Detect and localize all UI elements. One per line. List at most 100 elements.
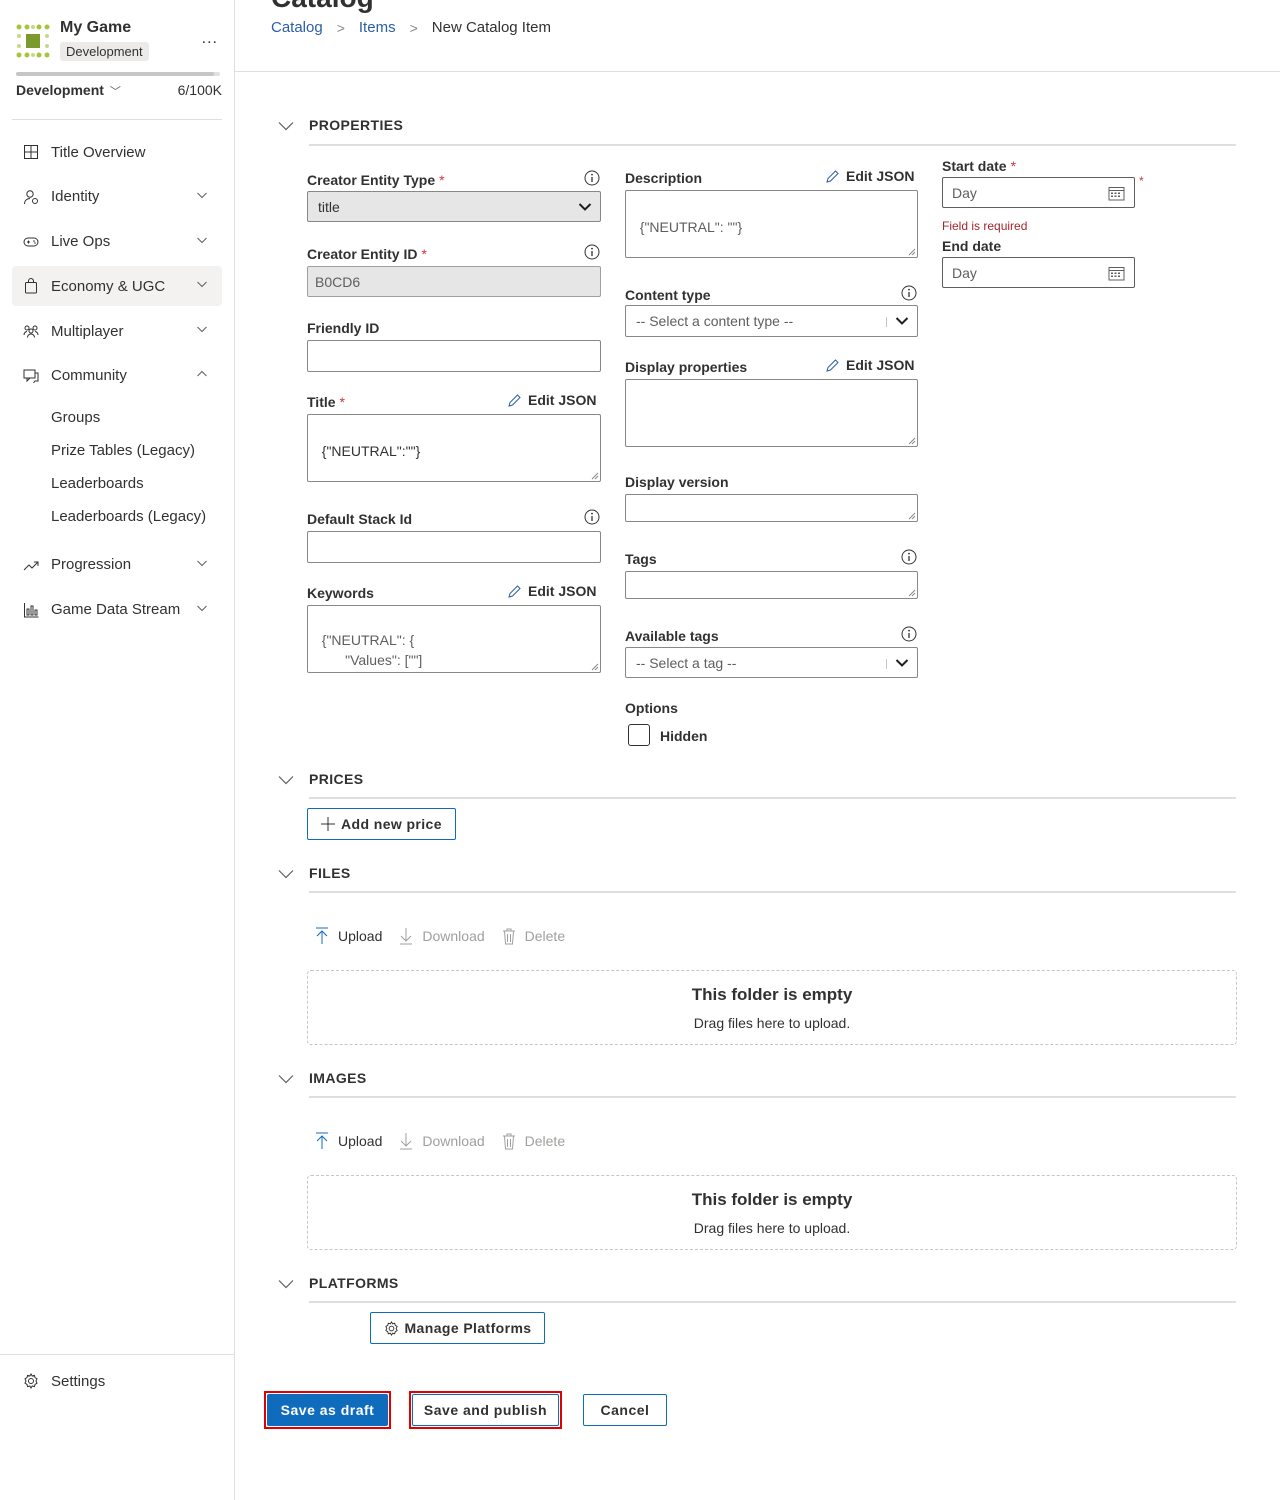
hidden-checkbox[interactable] [628,724,650,746]
sidebar-item-game-data-stream[interactable]: Game Data Stream [12,590,222,630]
files-upload-button[interactable]: Upload [314,927,382,945]
sidebar-item-live-ops[interactable]: Live Ops [12,222,222,262]
title-label: Title * [307,394,345,410]
images-upload-button[interactable]: Upload [314,1132,382,1150]
files-delete-button[interactable]: Delete [501,927,565,945]
sidebar-subitem-groups[interactable]: Groups [12,401,222,434]
keywords-textarea[interactable]: {"NEUTRAL": { "Values": [""] }} [307,605,601,673]
select-divider [886,317,887,327]
display-properties-label: Display properties [625,359,748,375]
resize-grip-icon[interactable] [908,512,916,520]
resize-grip-icon[interactable] [908,437,916,445]
trend-icon [23,561,39,571]
calendar-icon[interactable] [1108,186,1125,201]
sidebar-item-label: Community [51,367,127,385]
section-images-toggle[interactable]: IMAGES [278,1070,1236,1094]
content-type-select[interactable]: -- Select a content type -- [625,305,918,337]
sidebar-item-label: Title Overview [51,143,146,161]
section-divider [309,1096,1236,1098]
chevron-down-icon [197,192,207,199]
images-delete-button[interactable]: Delete [501,1132,565,1150]
sidebar-item-community[interactable]: Community [12,356,222,396]
hidden-checkbox-label[interactable]: Hidden [660,728,707,744]
resize-grip-icon[interactable] [908,589,916,597]
empty-folder-hint: Drag files here to upload. [693,1015,851,1031]
section-prices-toggle[interactable]: PRICES [278,771,1236,795]
info-icon[interactable] [584,170,600,186]
cancel-button[interactable]: Cancel [583,1394,667,1426]
add-new-price-button[interactable]: Add new price [307,808,456,840]
sidebar-subitem-leaderboards[interactable]: Leaderboards [12,467,222,500]
save-and-publish-button[interactable]: Save and publish [412,1394,559,1426]
sidebar-item-progression[interactable]: Progression [12,545,222,585]
files-download-button[interactable]: Download [398,927,485,945]
images-dropzone[interactable]: This folder is empty Drag files here to … [307,1175,1237,1250]
tags-field[interactable] [625,571,918,599]
section-properties-toggle[interactable]: PROPERTIES [278,117,1236,141]
end-date-label: End date [942,238,1002,254]
select-divider [886,659,887,669]
sidebar-item-title-overview[interactable]: Title Overview [12,132,222,172]
sidebar-item-economy-ugc[interactable]: Economy & UGC [12,266,222,307]
files-dropzone[interactable]: This folder is empty Drag files here to … [307,970,1237,1045]
section-title: PRICES [309,771,364,787]
sidebar-item-multiplayer[interactable]: Multiplayer [12,311,222,351]
title-edit-json-button[interactable]: Edit JSON [507,392,596,408]
title-textarea[interactable]: {"NEUTRAL":""} [307,414,601,482]
info-icon[interactable] [584,244,600,260]
start-date-input[interactable]: Day [942,177,1135,208]
info-icon[interactable] [901,549,917,565]
section-files-toggle[interactable]: FILES [278,865,1236,889]
sidebar-subitem-prize-tables-legacy[interactable]: Prize Tables (Legacy) [12,434,222,467]
sidebar-item-label: Game Data Stream [51,601,181,619]
chevron-down-icon [895,659,909,667]
chevron-down-icon [578,203,592,211]
environment-selector[interactable]: Development ﹀ [16,82,121,99]
resize-grip-icon[interactable] [591,472,599,480]
save-as-draft-button[interactable]: Save as draft [267,1394,388,1426]
info-icon[interactable] [901,626,917,642]
info-icon[interactable] [901,285,917,301]
sidebar-item-label: Settings [51,1372,106,1390]
resize-grip-icon[interactable] [591,663,599,671]
display-properties-textarea[interactable] [625,379,918,447]
sidebar-subitem-leaderboards-legacy[interactable]: Leaderboards (Legacy) [12,500,222,533]
breadcrumb-catalog[interactable]: Catalog [271,19,323,36]
date-placeholder: Day [952,264,977,281]
breadcrumb-items[interactable]: Items [359,19,396,36]
pencil-icon [508,584,521,598]
creator-entity-id-field[interactable]: B0CD6 [307,266,601,297]
start-date-label: Start date * [942,158,1016,174]
calendar-icon[interactable] [1108,266,1125,281]
textarea-value: {"NEUTRAL": ""} [639,219,743,235]
button-label: Download [422,928,485,944]
display-version-field[interactable] [625,494,918,522]
end-date-input[interactable]: Day [942,257,1135,288]
description-edit-json-button[interactable]: Edit JSON [825,168,914,184]
sidebar-item-identity[interactable]: Identity [12,177,222,217]
button-label: Add new price [341,816,442,832]
sidebar-item-settings[interactable]: Settings [12,1362,222,1400]
available-tags-select[interactable]: -- Select a tag -- [625,647,918,678]
images-download-button[interactable]: Download [398,1132,485,1150]
breadcrumb: Catalog > Items > New Catalog Item [271,19,551,36]
creator-entity-id-label: Creator Entity ID * [307,246,427,262]
resize-grip-icon[interactable] [908,248,916,256]
manage-platforms-button[interactable]: Manage Platforms [370,1312,545,1344]
friendly-id-field[interactable] [307,340,601,372]
more-options-button[interactable]: ... [202,30,218,48]
keywords-edit-json-button[interactable]: Edit JSON [507,583,596,599]
pencil-icon [826,169,839,183]
options-label: Options [625,700,678,716]
section-platforms-toggle[interactable]: PLATFORMS [278,1275,1236,1299]
edit-json-label: Edit JSON [528,392,597,408]
required-marker: * [1010,158,1017,174]
default-stack-id-field[interactable] [307,531,601,563]
display-properties-edit-json-button[interactable]: Edit JSON [825,357,914,373]
sidebar: My Game Development ... Development ﹀ 6/1… [0,0,235,1500]
creator-entity-type-select[interactable]: title [307,191,601,222]
gear-icon [384,1320,398,1336]
usage-count: 6/100K [177,82,222,98]
info-icon[interactable] [584,509,600,525]
description-textarea[interactable]: {"NEUTRAL": ""} [625,190,918,258]
